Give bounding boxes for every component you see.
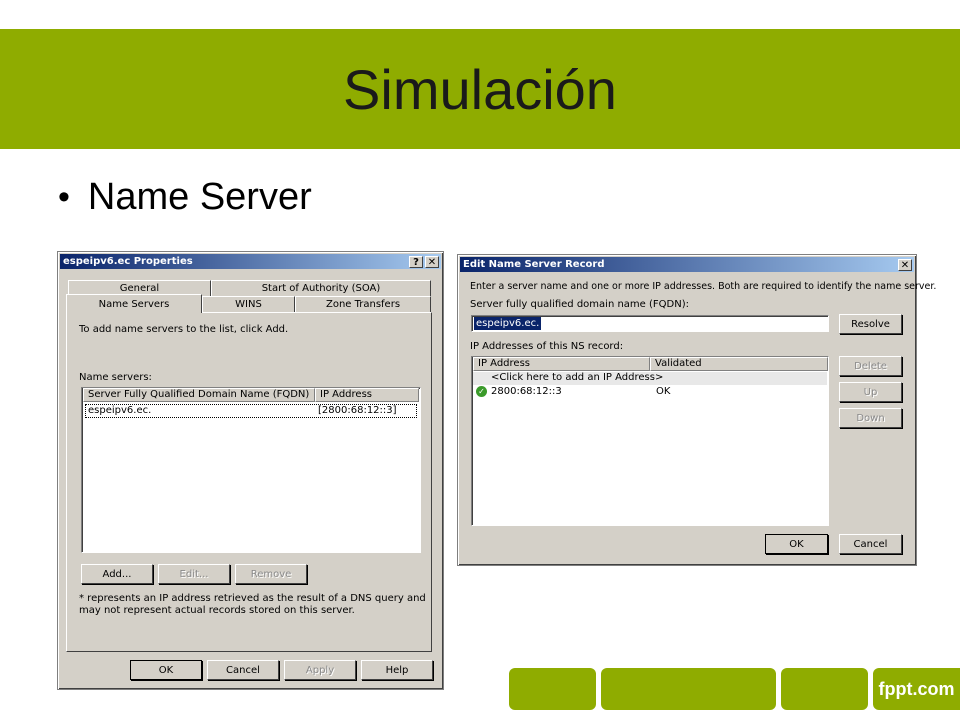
properties-title: espeipv6.ec Properties: [63, 256, 193, 267]
help-icon[interactable]: ?: [409, 256, 423, 268]
tab-zone-transfers[interactable]: Zone Transfers: [295, 296, 431, 312]
up-button[interactable]: Up: [839, 382, 902, 402]
ok-button[interactable]: OK: [765, 534, 828, 554]
ok-button[interactable]: OK: [130, 660, 202, 680]
bullet-dot-icon: •: [58, 178, 70, 216]
fqdn-input[interactable]: espeipv6.ec.: [471, 315, 829, 332]
tab-wins[interactable]: WINS: [202, 296, 295, 312]
resolve-button[interactable]: Resolve: [839, 314, 902, 334]
fqdn-label: Server fully qualified domain name (FQDN…: [470, 299, 689, 310]
close-icon[interactable]: ✕: [898, 259, 912, 271]
name-servers-label: Name servers:: [79, 372, 152, 383]
apply-button[interactable]: Apply: [284, 660, 356, 680]
down-button[interactable]: Down: [839, 408, 902, 428]
properties-dialog: espeipv6.ec Properties ? ✕ General Start…: [57, 251, 444, 690]
cancel-button[interactable]: Cancel: [839, 534, 902, 554]
row-validated: OK: [656, 386, 671, 397]
title-band: Simulación: [0, 29, 960, 149]
tab-name-servers[interactable]: Name Servers: [66, 294, 202, 313]
ip-address-list[interactable]: IP Address Validated <Click here to add …: [471, 356, 829, 526]
footnote-line-1: * represents an IP address retrieved as …: [79, 593, 426, 604]
footer-brand: fppt.com: [873, 668, 960, 710]
table-row[interactable]: ✓ 2800:68:12::3 OK: [473, 386, 827, 399]
check-icon: ✓: [476, 386, 487, 397]
row-ip: [2800:68:12::3]: [318, 405, 397, 416]
column-fqdn[interactable]: Server Fully Qualified Domain Name (FQDN…: [83, 388, 315, 402]
footer-tab-1: [509, 668, 596, 710]
footer-tab-2: [601, 668, 776, 710]
row-ip-address: 2800:68:12::3: [491, 386, 562, 397]
edit-ns-title: Edit Name Server Record: [463, 259, 605, 270]
tab-soa[interactable]: Start of Authority (SOA): [211, 280, 431, 296]
edit-ns-dialog: Edit Name Server Record ✕ Enter a server…: [457, 254, 936, 566]
footnote-line-2: may not represent actual records stored …: [79, 605, 355, 616]
slide-title: Simulación: [343, 57, 617, 121]
add-ip-text: <Click here to add an IP Address>: [491, 372, 664, 383]
row-fqdn: espeipv6.ec.: [88, 405, 152, 416]
tab-panel: To add name servers to the list, click A…: [66, 312, 432, 652]
edit-ns-titlebar: Edit Name Server Record ✕: [460, 257, 914, 272]
table-row[interactable]: espeipv6.ec. [2800:68:12::3]: [85, 404, 417, 418]
bullet-text: Name Server: [87, 176, 312, 218]
tab-general-label: General: [119, 283, 160, 294]
tab-soa-label: Start of Authority (SOA): [261, 283, 381, 294]
edit-instruction: Enter a server name and one or more IP a…: [470, 281, 937, 292]
tab-name-servers-label: Name Servers: [98, 298, 170, 310]
footer-brand-text: fppt.com: [878, 678, 955, 699]
column-ip[interactable]: IP Address: [315, 388, 419, 402]
tab-zone-transfers-label: Zone Transfers: [325, 299, 401, 310]
column-ip-address[interactable]: IP Address: [473, 357, 650, 371]
tab-wins-label: WINS: [235, 299, 262, 310]
bullet-item: • Name Server: [58, 176, 312, 219]
help-button[interactable]: Help: [361, 660, 433, 680]
instruction-text: To add name servers to the list, click A…: [79, 324, 289, 335]
name-servers-list[interactable]: Server Fully Qualified Domain Name (FQDN…: [81, 387, 421, 553]
fqdn-value: espeipv6.ec.: [474, 317, 542, 330]
ip-addresses-label: IP Addresses of this NS record:: [470, 341, 624, 352]
footer-tab-3: [781, 668, 868, 710]
close-icon[interactable]: ✕: [425, 256, 439, 268]
delete-button[interactable]: Delete: [839, 356, 902, 376]
remove-button[interactable]: Remove: [235, 564, 307, 584]
properties-titlebar: espeipv6.ec Properties ? ✕: [60, 254, 441, 269]
cancel-button[interactable]: Cancel: [207, 660, 279, 680]
edit-button[interactable]: Edit...: [158, 564, 230, 584]
column-validated[interactable]: Validated: [650, 357, 828, 371]
add-ip-row[interactable]: <Click here to add an IP Address>: [473, 372, 827, 385]
add-button[interactable]: Add...: [81, 564, 153, 584]
